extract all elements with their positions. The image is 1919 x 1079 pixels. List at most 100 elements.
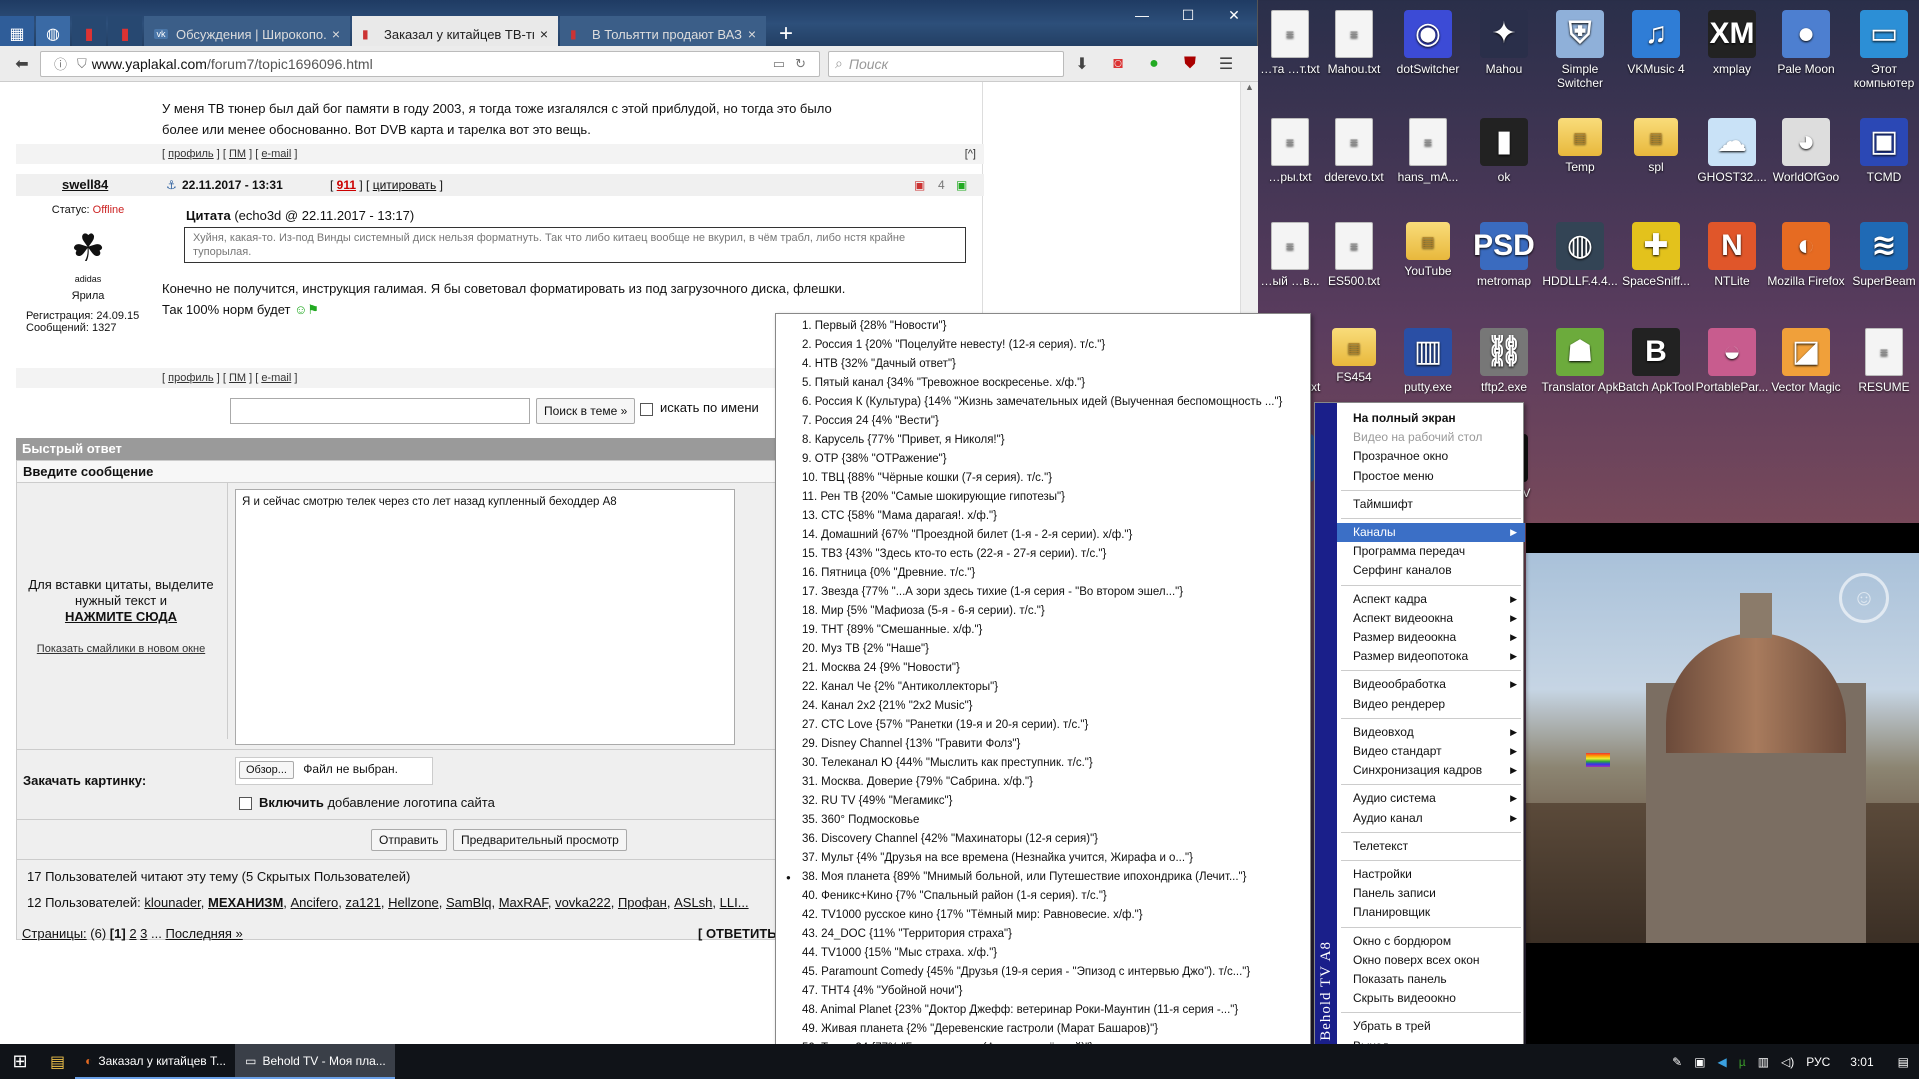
topic-search-button[interactable]: Поиск в теме » <box>536 398 636 424</box>
desktop-icon[interactable]: ≡ …та …т.txt <box>1254 4 1326 100</box>
channel-item[interactable]: 5. Пятый канал {34% "Тревожное воскресен… <box>776 374 1310 393</box>
topic-search-input[interactable] <box>230 398 530 424</box>
desktop-icon[interactable]: ✦ Mahou <box>1468 4 1540 100</box>
network-icon[interactable]: ▥ <box>1758 1055 1769 1069</box>
user-link[interactable]: МЕХАНИЗМ <box>208 895 283 910</box>
behold-menu-item[interactable]: Серфинг каналов <box>1337 561 1525 580</box>
channel-item[interactable]: 31. Москва. Доверие {79% "Сабрина. х/ф."… <box>776 773 1310 792</box>
behold-menu-item[interactable]: Показать панель <box>1337 970 1525 989</box>
desktop-icon[interactable]: ♫ VKMusic 4 <box>1620 4 1692 100</box>
user-link[interactable]: ASLsh <box>674 895 712 910</box>
desktop-icon[interactable]: ◕ WorldOfGoo <box>1770 112 1842 208</box>
channel-item[interactable]: 30. Телеканал Ю {44% "Мыслить как престу… <box>776 754 1310 773</box>
file-input[interactable]: Обзор... Файл не выбран. <box>235 757 433 785</box>
language-indicator[interactable]: РУС <box>1806 1055 1830 1069</box>
channel-item[interactable]: 24. Канал 2х2 {21% "2х2 Music"} <box>776 697 1310 716</box>
desktop-icon[interactable]: ◪ Vector Magic <box>1770 322 1842 418</box>
anchor-icon[interactable]: ⚓ <box>166 174 177 196</box>
desktop-icon[interactable]: ● Pale Moon <box>1770 4 1842 100</box>
pen-icon[interactable]: ✎ <box>1672 1055 1682 1069</box>
channel-item[interactable]: 6. Россия К (Культура) {14% "Жизнь замеч… <box>776 393 1310 412</box>
pm-link[interactable]: ПМ <box>229 372 246 384</box>
desktop-icon[interactable]: ▮ ok <box>1468 112 1540 208</box>
user-link[interactable]: MaxRAF <box>499 895 548 910</box>
channel-item[interactable]: 38. Моя планета {89% "Мнимый больной, ил… <box>776 868 1310 887</box>
desktop-icon[interactable]: ≡ ES500.txt <box>1318 216 1390 312</box>
rate-down-icon[interactable]: ▣ <box>914 174 925 196</box>
scroll-up-icon[interactable]: ▲ <box>1241 82 1258 98</box>
telegram-icon[interactable]: ◀ <box>1718 1055 1727 1069</box>
desktop-icon[interactable]: PSD metromap <box>1468 216 1540 312</box>
show-smiles-link[interactable]: Показать смайлики в новом окне <box>21 641 221 657</box>
channel-item[interactable]: 18. Мир {5% "Мафиоза (5-я - 6-я серии). … <box>776 602 1310 621</box>
reply-link[interactable]: [ ОТВЕТИТЬ <box>698 926 777 941</box>
profile-link[interactable]: профиль <box>168 372 214 384</box>
close-tab-icon[interactable]: × <box>332 26 340 42</box>
back-button[interactable]: ⬅ <box>8 50 36 78</box>
behold-menu-item[interactable]: Прозрачное окно <box>1337 447 1525 466</box>
message-textarea[interactable]: Я и сейчас смотрю телек через сто лет на… <box>235 489 735 745</box>
channel-item[interactable]: 48. Animal Planet {23% "Доктор Джефф: ве… <box>776 1001 1310 1020</box>
desktop-icon[interactable]: ▣ TCMD <box>1848 112 1919 208</box>
behold-menu-item[interactable]: Окно с бордюром <box>1337 932 1525 951</box>
user-link[interactable]: Ancifero <box>291 895 339 910</box>
desktop-icon[interactable]: ▤ Temp <box>1544 112 1616 208</box>
user-link[interactable]: za121 <box>345 895 380 910</box>
desktop-icon[interactable]: ✚ SpaceSniff... <box>1620 216 1692 312</box>
preview-button[interactable]: Предварительный просмотр <box>453 829 627 851</box>
reader-icon[interactable]: ▭ <box>773 56 785 72</box>
search-by-name-checkbox[interactable] <box>640 403 653 416</box>
shield-icon[interactable]: ⛉ <box>77 56 87 72</box>
tray-app-icon[interactable]: ▣ <box>1694 1055 1705 1069</box>
clock[interactable]: 3:01 <box>1850 1055 1873 1069</box>
menu-icon[interactable]: ☰ <box>1208 50 1244 78</box>
desktop-icon[interactable]: ◒ PortablePar... <box>1696 322 1768 418</box>
channel-item[interactable]: 45. Paramount Comedy {45% "Друзья (19-я … <box>776 963 1310 982</box>
behold-menu-item[interactable]: Аудио система ▶ <box>1337 789 1525 808</box>
search-box[interactable]: ⌕ Поиск <box>828 50 1064 77</box>
desktop-icon[interactable]: ≡ …ры.txt <box>1254 112 1326 208</box>
start-button[interactable]: ⊞ <box>0 1044 40 1079</box>
desktop-icon[interactable]: ▤ spl <box>1620 112 1692 208</box>
desktop-icon[interactable]: ≡ hans_mA... <box>1392 112 1464 208</box>
desktop-icon[interactable]: ☗ Translator Apk <box>1542 322 1618 418</box>
behold-menu-item[interactable]: Видео стандарт ▶ <box>1337 742 1525 761</box>
minimize-icon[interactable]: — <box>1119 0 1165 30</box>
avatar[interactable]: ☘ <box>48 224 128 278</box>
channel-item[interactable]: 8. Карусель {77% "Привет, я Николя!"} <box>776 431 1310 450</box>
channel-item[interactable]: 49. Живая планета {2% "Деревенские гастр… <box>776 1020 1310 1039</box>
desktop-icon[interactable]: N NTLite <box>1696 216 1768 312</box>
desktop-icon[interactable]: ▤ YouTube <box>1392 216 1464 312</box>
desktop-icon[interactable]: ≡ RESUME <box>1848 322 1919 418</box>
scroll-top-link[interactable]: [^] <box>965 144 976 164</box>
tv-video-window[interactable]: ☺ <box>1526 553 1919 943</box>
profile-link[interactable]: профиль <box>168 148 214 160</box>
send-button[interactable]: Отправить <box>371 829 447 851</box>
channel-item[interactable]: 10. ТВЦ {88% "Чёрные кошки (7-я серия). … <box>776 469 1310 488</box>
browse-button[interactable]: Обзор... <box>239 761 294 779</box>
desktop-icon[interactable]: ▭ Этот компьютер <box>1848 4 1919 100</box>
behold-menu-item[interactable]: Аспект видеоокна ▶ <box>1337 609 1525 628</box>
desktop-icon[interactable]: ≡ Mahou.txt <box>1318 4 1390 100</box>
quote-link[interactable]: цитировать <box>373 178 437 192</box>
behold-menu-item[interactable]: Аудио канал ▶ <box>1337 809 1525 828</box>
desktop-icon[interactable]: XM xmplay <box>1696 4 1768 100</box>
channel-item[interactable]: 19. ТНТ {89% "Смешанные. х/ф."} <box>776 621 1310 640</box>
desktop-icon[interactable]: ☁ GHOST32.... <box>1696 112 1768 208</box>
channel-item[interactable]: 37. Мульт {4% "Друзья на все времена (Не… <box>776 849 1310 868</box>
channel-item[interactable]: 1. Первый {28% "Новости"} <box>776 317 1310 336</box>
channel-item[interactable]: 44. TV1000 {15% "Мыс страха. х/ф."} <box>776 944 1310 963</box>
channel-item[interactable]: 9. ОТР {38% "ОТРажение"} <box>776 450 1310 469</box>
channel-item[interactable]: 27. СТС Love {57% "Ранетки (19-я и 20-я … <box>776 716 1310 735</box>
last-page-link[interactable]: Последняя » <box>165 926 242 941</box>
post-number[interactable]: 911 <box>337 178 356 192</box>
behold-menu-item[interactable]: Программа передач <box>1337 542 1525 561</box>
info-icon[interactable]: ⓘ <box>54 54 67 73</box>
behold-menu-item[interactable]: Простое меню <box>1337 467 1525 486</box>
channel-item[interactable]: 11. Рен ТВ {20% "Самые шокирующие гипоте… <box>776 488 1310 507</box>
user-link[interactable]: LLI... <box>720 895 749 910</box>
desktop-icon[interactable]: ◐ Mozilla Firefox <box>1767 216 1845 312</box>
taskbar-firefox[interactable]: ◐ Заказал у китайцев Т... <box>75 1044 236 1079</box>
behold-menu-item[interactable]: Видеовход ▶ <box>1337 723 1525 742</box>
insert-quote-link[interactable]: НАЖМИТЕ СЮДА <box>21 609 221 625</box>
